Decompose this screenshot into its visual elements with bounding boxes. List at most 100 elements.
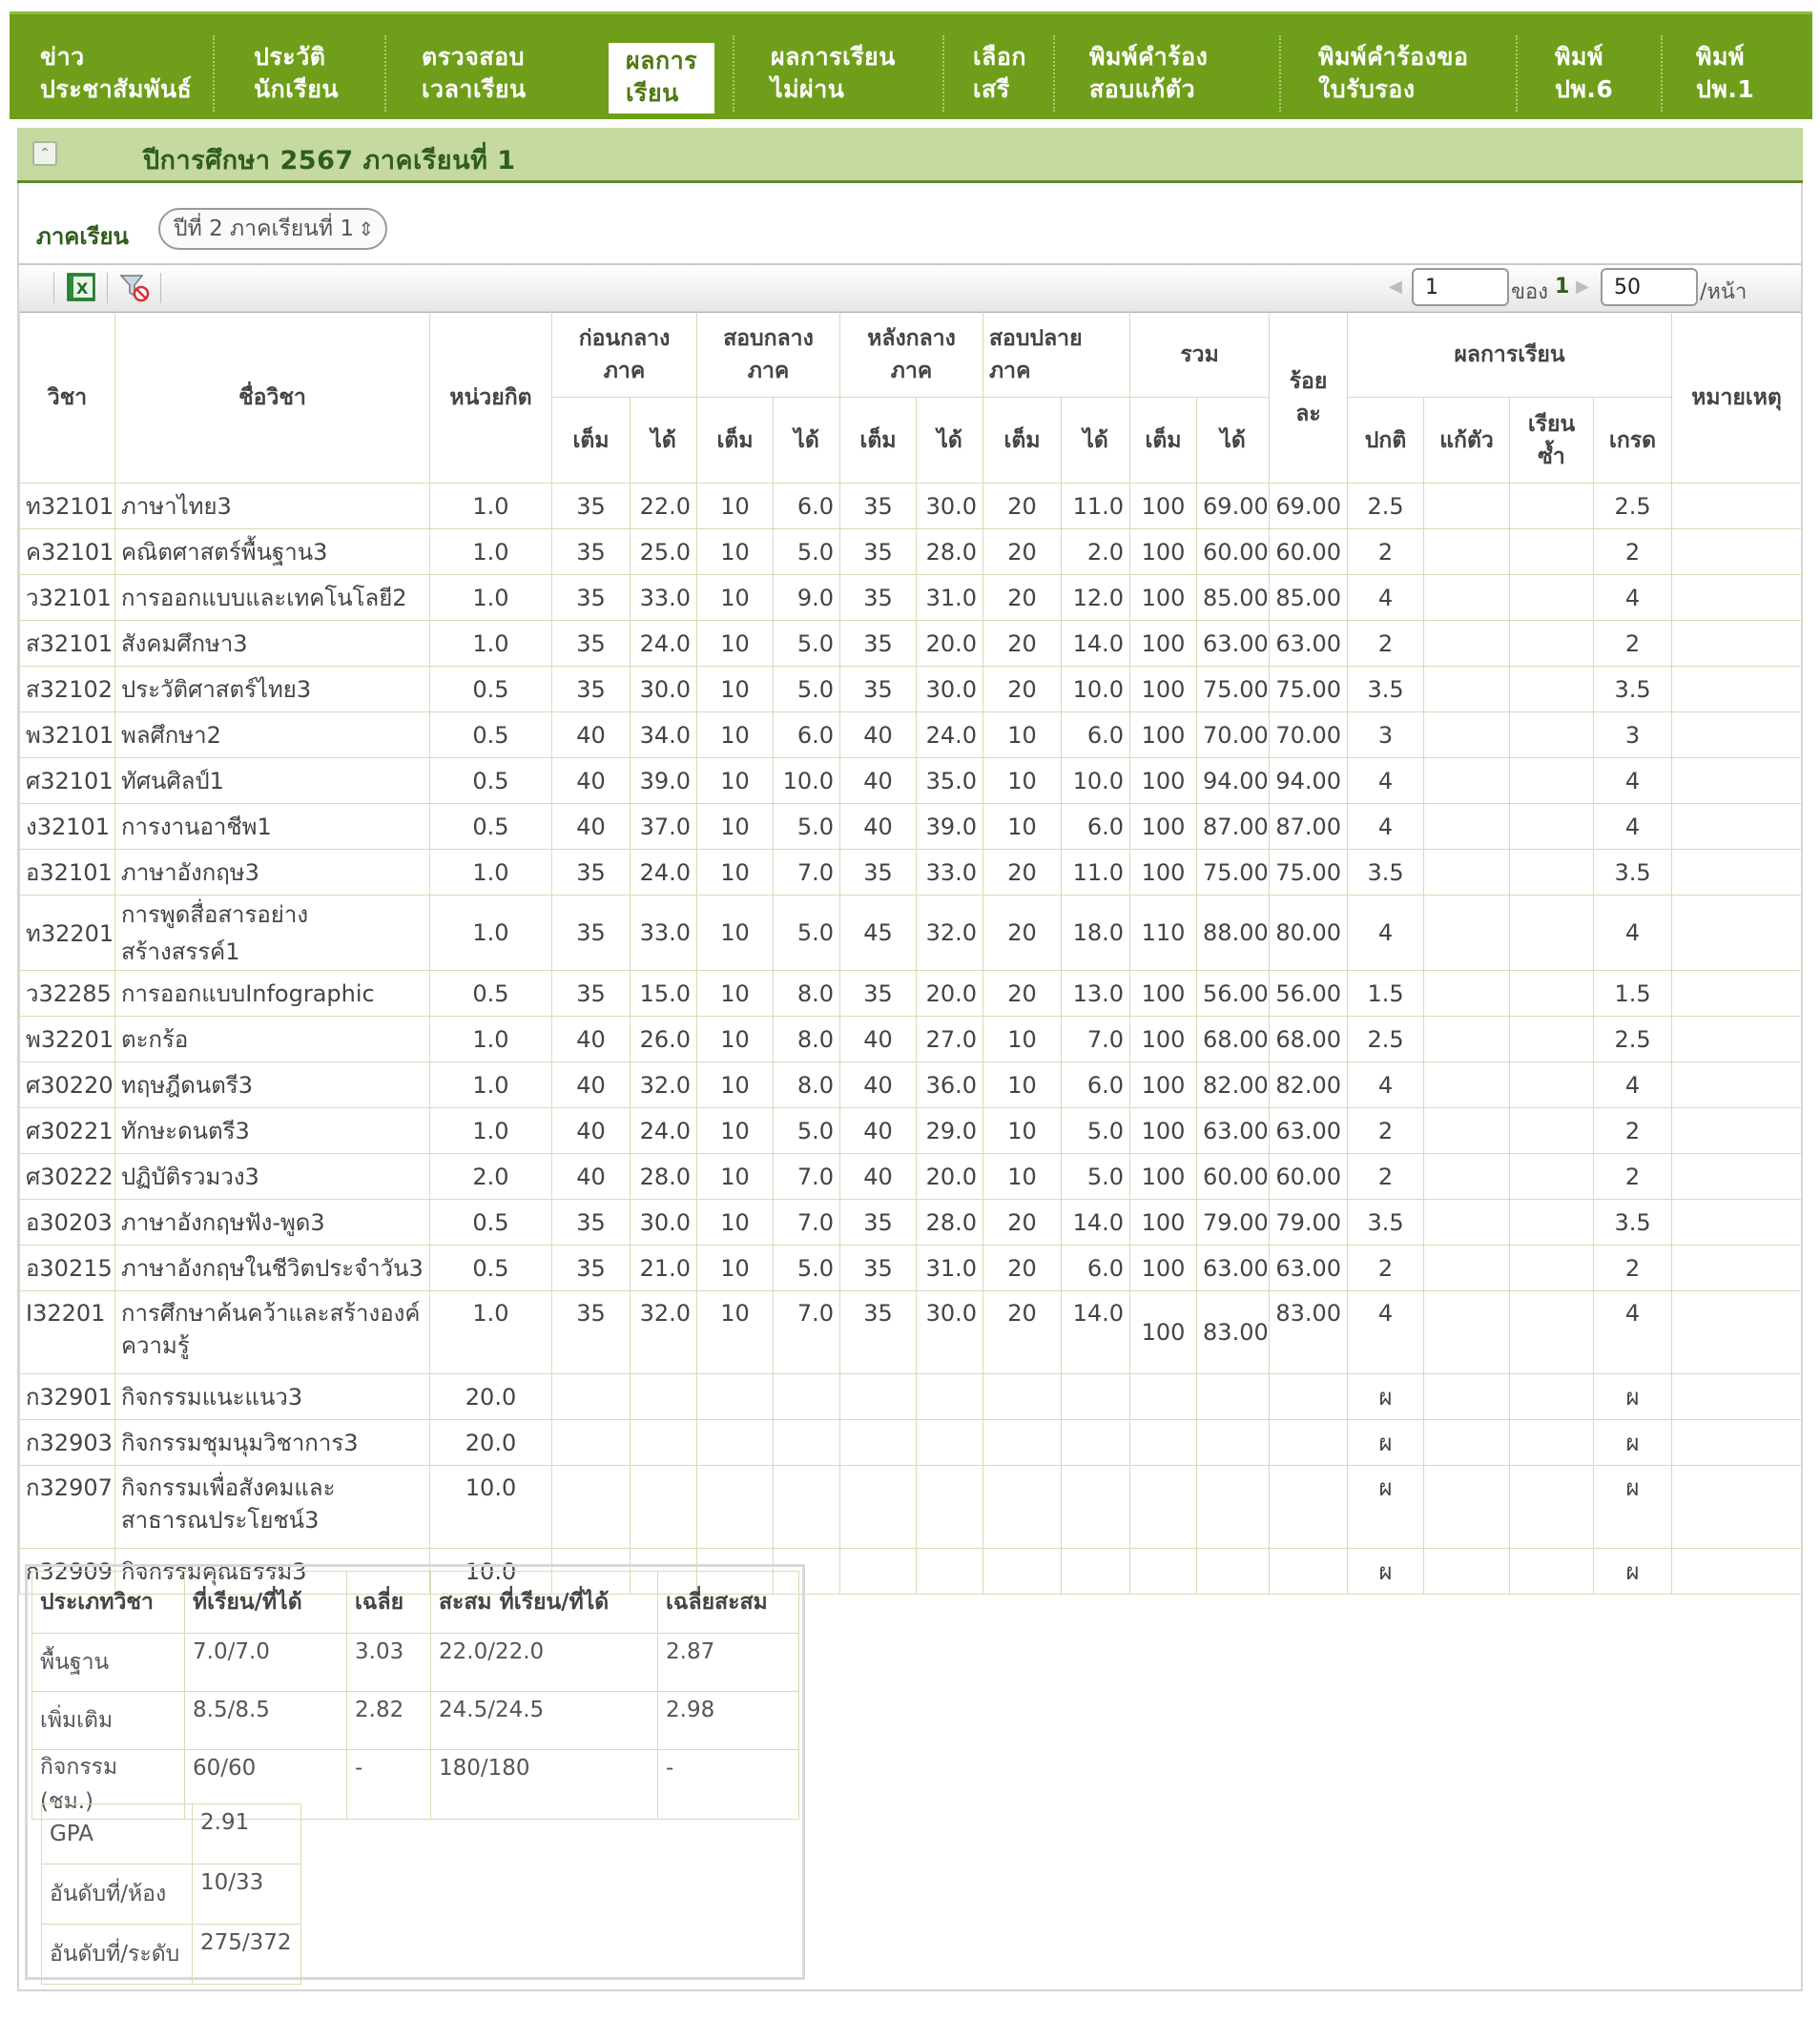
final-score: 14.0: [1061, 1290, 1131, 1374]
percent: [1269, 1465, 1349, 1549]
final-full: 10: [982, 1153, 1063, 1200]
col-header-percent[interactable]: ร้อย ละ: [1269, 311, 1349, 484]
post-mid-full: 35: [839, 970, 918, 1017]
post-mid-full: 40: [839, 1107, 918, 1154]
table-row[interactable]: ส32102 ประวัติศาสตร์ไทย3 0.5 35 30.0 10 5.0 35 3…: [19, 666, 1803, 712]
table-row[interactable]: ศ32101 ทัศนศิลป์1 0.5 40 39.0 10 10.0 40 35.0 10 1…: [19, 757, 1803, 804]
nav-item-print-pp6[interactable]: พิมพ์ ปพ.6: [1555, 41, 1613, 106]
grade-remedial: [1423, 1016, 1511, 1062]
table-row[interactable]: I32201 การศึกษาค้นคว้าและสร้างองค์ความรู้…: [19, 1290, 1803, 1374]
collapse-icon[interactable]: ⌃: [32, 141, 57, 166]
course-credit: 20.0: [429, 1419, 552, 1466]
excel-export-icon[interactable]: X: [65, 271, 97, 303]
table-row[interactable]: ว32285 การออกแบบInfographic 0.5 35 15.0 10 8.0…: [19, 970, 1803, 1017]
course-credit: 1.0: [429, 1061, 552, 1108]
course-credit: 20.0: [429, 1373, 552, 1420]
post-mid-score: 36.0: [916, 1061, 984, 1108]
table-row[interactable]: ง32101 การงานอาชีพ1 0.5 40 37.0 10 5.0 40 39.0 10…: [19, 803, 1803, 850]
col-header-note[interactable]: หมายเหตุ: [1671, 311, 1803, 484]
table-row[interactable]: อ30215 ภาษาอังกฤษในชีวิตประจำวัน3 0.5 35 21.…: [19, 1245, 1803, 1291]
col-header-got: ได้: [916, 397, 984, 484]
table-row[interactable]: ท32101 ภาษาไทย3 1.0 35 22.0 10 6.0 35 30.0 20 11.0…: [19, 483, 1803, 529]
nav-item-student-profile[interactable]: ประวัติ นักเรียน: [254, 41, 339, 106]
term-select[interactable]: ปีที่ 2 ภาคเรียนที่ 1 ⇕: [158, 208, 387, 250]
post-mid-score: 27.0: [916, 1016, 984, 1062]
page-number-input[interactable]: 1: [1412, 268, 1509, 306]
page-size-input[interactable]: 50: [1601, 268, 1698, 306]
grade-normal: 2: [1347, 1245, 1425, 1291]
pre-mid-full: 35: [551, 1245, 631, 1291]
total-full: [1129, 1419, 1198, 1466]
grade-normal: 2: [1347, 1153, 1425, 1200]
col-header-full: เต็ม: [696, 397, 775, 484]
table-row[interactable]: ก32903 กิจกรรมชุมนุมวิชาการ3 20.0 ผ ผ: [19, 1419, 1803, 1466]
course-credit: 1.0: [429, 849, 552, 896]
col-header-result: ผลการเรียน: [1347, 311, 1673, 398]
grade-normal: 3: [1347, 711, 1425, 758]
grade-normal: 2: [1347, 528, 1425, 575]
grade-final: ผ: [1593, 1419, 1673, 1466]
grade-remedial: [1423, 849, 1511, 896]
summary-header: ที่เรียน/ที่ได้: [184, 1571, 347, 1634]
table-row[interactable]: ศ30220 ทฤษฎีดนตรี3 1.0 40 32.0 10 8.0 40 36.0 10 6…: [19, 1061, 1803, 1108]
summary-header: เฉลี่ยสะสม: [657, 1571, 799, 1634]
col-header-name[interactable]: ชื่อวิชา: [114, 311, 430, 484]
nav-item-grades[interactable]: ผลการ เรียน: [609, 43, 715, 113]
course-name: ภาษาอังกฤษในชีวิตประจำวัน3: [114, 1245, 430, 1291]
grade-remedial: [1423, 1290, 1511, 1374]
pre-mid-score: 33.0: [629, 895, 698, 971]
total-full: 100: [1129, 970, 1198, 1017]
table-row[interactable]: อ30203 ภาษาอังกฤษฟัง-พูด3 0.5 35 30.0 10 7.0 35…: [19, 1199, 1803, 1246]
nav-item-attendance[interactable]: ตรวจสอบ เวลาเรียน: [422, 41, 527, 106]
grade-repeat: [1509, 1465, 1595, 1549]
grade-final: 2.5: [1593, 1016, 1673, 1062]
mid-score: 5.0: [773, 1245, 841, 1291]
grade-final: ผ: [1593, 1548, 1673, 1595]
note: [1671, 849, 1803, 896]
total-score: [1196, 1419, 1271, 1466]
nav-item-print-pp1[interactable]: พิมพ์ ปพ.1: [1696, 41, 1754, 106]
next-page-icon[interactable]: ▶: [1576, 277, 1589, 297]
pre-mid-score: 15.0: [629, 970, 698, 1017]
pre-mid-full: 35: [551, 1199, 631, 1246]
post-mid-full: 35: [839, 1245, 918, 1291]
table-row[interactable]: ส32101 สังคมศึกษา3 1.0 35 24.0 10 5.0 35 20.0 20 1…: [19, 620, 1803, 667]
post-mid-full: 35: [839, 574, 918, 621]
final-full: [982, 1419, 1063, 1466]
grade-final: 4: [1593, 895, 1673, 971]
grade-final: 2: [1593, 528, 1673, 575]
pre-mid-score: 28.0: [629, 1153, 698, 1200]
grade-normal: 3.5: [1347, 666, 1425, 712]
col-header-credit[interactable]: หน่วยกิต: [429, 311, 552, 484]
table-row[interactable]: พ32201 ตะกร้อ 1.0 40 26.0 10 8.0 40 27.0 10 7.0 100…: [19, 1016, 1803, 1062]
clear-filter-icon[interactable]: [118, 271, 151, 303]
grade-repeat: [1509, 1419, 1595, 1466]
mid-score: 7.0: [773, 1153, 841, 1200]
table-row[interactable]: ศ30221 ทักษะดนตรี3 1.0 40 24.0 10 5.0 40 29.0 10 5…: [19, 1107, 1803, 1154]
table-row[interactable]: ว32101 การออกแบบและเทคโนโลยี2 1.0 35 33.0 10 9…: [19, 574, 1803, 621]
nav-item-print-remedial-request[interactable]: พิมพ์คำร้อง สอบแก้ตัว: [1089, 41, 1208, 106]
grade-normal: 2.5: [1347, 483, 1425, 529]
col-header-code[interactable]: วิชา: [19, 311, 115, 484]
nav-item-print-certificate-request[interactable]: พิมพ์คำร้องขอ ใบรับรอง: [1318, 41, 1468, 106]
grade-repeat: [1509, 895, 1595, 971]
note: [1671, 1061, 1803, 1108]
prev-page-icon[interactable]: ◀: [1389, 277, 1402, 297]
total-score: [1196, 1373, 1271, 1420]
table-row[interactable]: พ32101 พลศึกษา2 0.5 40 34.0 10 6.0 40 24.0 10 6.0 1…: [19, 711, 1803, 758]
note: [1671, 803, 1803, 850]
nav-item-failed-results[interactable]: ผลการเรียน ไม่ผ่าน: [771, 41, 896, 106]
table-row[interactable]: ก32907 กิจกรรมเพื่อสังคมและสาธารณประโยชน์…: [19, 1465, 1803, 1549]
table-row[interactable]: อ32101 ภาษาอังกฤษ3 1.0 35 24.0 10 7.0 35 33.0 20 1…: [19, 849, 1803, 896]
grade-normal: ผ: [1347, 1548, 1425, 1595]
grade-final: 2: [1593, 1107, 1673, 1154]
course-credit: 1.0: [429, 1107, 552, 1154]
table-row[interactable]: ก32901 กิจกรรมแนะแนว3 20.0 ผ ผ: [19, 1373, 1803, 1420]
table-row[interactable]: ค32101 คณิตศาสตร์พื้นฐาน3 1.0 35 25.0 10 5.0 35…: [19, 528, 1803, 575]
nav-item-free-elective[interactable]: เลือก เสรี: [973, 41, 1026, 106]
post-mid-score: 20.0: [916, 1153, 984, 1200]
nav-item-news[interactable]: ข่าว ประชาสัมพันธ์: [40, 41, 192, 106]
final-score: [1061, 1465, 1131, 1549]
table-row[interactable]: ศ30222 ปฏิบัติรวมวง3 2.0 40 28.0 10 7.0 40 20.0 1…: [19, 1153, 1803, 1200]
table-row[interactable]: ท32201 การพูดสื่อสารอย่างสร้างสรรค์1 1.0 35…: [19, 895, 1803, 971]
